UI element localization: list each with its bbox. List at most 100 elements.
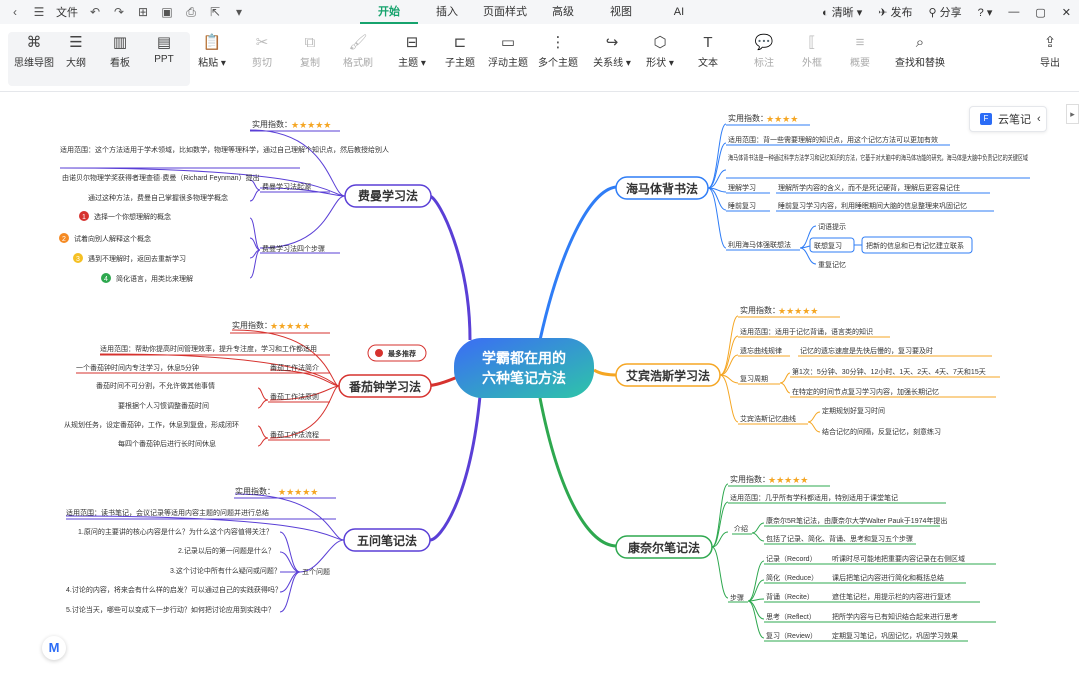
feynman-rating-label: 实用指数： — [252, 119, 292, 129]
cornell-rating-stars: ★★★★★ — [768, 475, 808, 485]
shape-icon: ⬡ — [653, 34, 667, 51]
cornell-steps: 步骤 — [730, 593, 744, 602]
clarity-toggle[interactable]: ◐ 清晰 ▾ — [822, 4, 862, 20]
boundary-icon: ⟦ — [808, 34, 816, 51]
minimize-icon[interactable]: — — [1008, 6, 1019, 18]
cornell-step-5-desc: 定期复习笔记，巩固记忆，巩固学习效果 — [832, 631, 958, 640]
summary-button[interactable]: ≡ 概要 — [834, 32, 886, 82]
subtopic-button[interactable]: ⊏ 子主题 — [434, 32, 486, 82]
redo-icon[interactable]: ↷ — [112, 5, 126, 19]
pomodoro-rating-stars: ★★★★★ — [270, 321, 310, 331]
save-icon[interactable]: ▣ — [160, 5, 174, 19]
tab-page-style[interactable]: 页面样式 — [476, 0, 534, 24]
file-menu[interactable]: 文件 — [56, 4, 78, 20]
ebbinghaus-forget: 遗忘曲线规律 — [740, 346, 782, 355]
feynman-rating-stars: ★★★★★ — [291, 120, 331, 130]
callout-button[interactable]: 💬 标注 — [738, 32, 790, 82]
ppt-view-button[interactable]: ▤ PPT — [138, 32, 190, 82]
share-icon: ⚲ — [928, 7, 937, 19]
app-logo-icon[interactable]: M — [42, 636, 66, 660]
cut-button[interactable]: ✂ 剪切 — [236, 32, 288, 82]
text-button[interactable]: T 文本 — [682, 32, 734, 82]
central-topic[interactable] — [454, 338, 594, 398]
find-replace-icon: ⌕ — [915, 34, 925, 51]
cornell-intro-1: 康奈尔5R笔记法，由康奈尔大学Walter Pauk于1974年提出 — [766, 516, 947, 525]
cornell-scope: 适用范围：几乎所有学科都适用，特别适用于课堂笔记 — [730, 493, 898, 502]
hippocampus-rating-label: 实用指数： — [728, 113, 768, 123]
tab-insert[interactable]: 插入 — [418, 0, 476, 24]
multi-topic-button[interactable]: ⋮ 多个主题 — [532, 32, 584, 82]
feynman-origin-item-1: 由诺贝尔物理学奖获得者理查德·费曼（Richard Feynman）提出 — [62, 173, 260, 182]
close-icon[interactable]: ✕ — [1062, 6, 1071, 19]
boundary-button[interactable]: ⟦ 外框 — [786, 32, 838, 82]
hippocampus-assoc-3: 重复记忆 — [818, 260, 846, 269]
hippocampus-rating-stars: ★★★★ — [766, 114, 798, 124]
topic-cornell-label: 康奈尔笔记法 — [628, 540, 700, 555]
more-chevron-icon[interactable]: ▾ — [232, 5, 246, 19]
cornell-intro-2: 包括了记录、简化、背诵、思考和复习五个步骤 — [766, 534, 913, 543]
format-painter-button[interactable]: 🖌 格式刷 — [332, 32, 384, 82]
feynman-step-1: 选择一个你想理解的概念 — [94, 212, 171, 221]
tab-start[interactable]: 开始 — [360, 0, 418, 24]
recommend-badge-label: 最多推荐 — [388, 349, 416, 358]
menu-tabs: 开始 插入 页面样式 高级 视图 AI — [360, 0, 708, 24]
hippocampus-assoc-1: 词语提示 — [818, 222, 846, 231]
new-icon[interactable]: ⊞ — [136, 5, 150, 19]
tab-view[interactable]: 视图 — [592, 0, 650, 24]
ribbon-toolbar: ⌘ 思维导图 ☰ 大纲 ▥ 看板 ▤ PPT 📋 粘贴 ▾ ✂ 剪切 ⧉ 复制 🖌 格式刷 ⊟ 主… — [0, 24, 1079, 92]
paste-button[interactable]: 📋 粘贴 ▾ — [186, 32, 238, 82]
cornell-step-4: 思考（Reflect） — [766, 613, 816, 621]
back-icon[interactable]: ‹ — [8, 5, 22, 19]
cloud-notes-button[interactable]: F 云笔记 ‹ — [969, 106, 1047, 132]
topic-button[interactable]: ⊟ 主题 ▾ — [386, 32, 438, 82]
cornell-step-2: 简化（Reduce） — [766, 573, 818, 582]
feynman-step-3: 遇到不理解时，返回去重新学习 — [88, 254, 186, 263]
pomodoro-flow-2: 每四个番茄钟后进行长时间休息 — [118, 439, 216, 448]
publish-button[interactable]: ✈ 发布 — [878, 4, 912, 20]
text-icon: T — [703, 34, 713, 51]
feynman-step-4: 简化语言，用类比来理解 — [116, 274, 193, 283]
pomodoro-rule-1: 番茄时间不可分割，不允许做其他事情 — [96, 381, 215, 390]
hippocampus-understand-desc: 理解所学内容的含义，而不是死记硬背，理解后更容易记住 — [778, 183, 960, 192]
side-panel-handle[interactable]: ▸ — [1066, 104, 1079, 124]
relation-line-button[interactable]: ↪ 关系线 ▾ — [586, 32, 638, 82]
brush-icon: 🖌 — [348, 34, 368, 51]
fiveq-question-1: 1.原问的主要讲的核心内容是什么？为什么这个内容值得关注？ — [78, 527, 273, 536]
cornell-intro: 介绍 — [734, 524, 748, 533]
print-icon[interactable]: ⎙ — [184, 5, 198, 19]
subtopic-icon: ⊏ — [453, 34, 467, 51]
tab-advanced[interactable]: 高级 — [534, 0, 592, 24]
export-button[interactable]: ⇪ 导出 — [1024, 32, 1076, 82]
pomodoro-rating-label: 实用指数： — [232, 320, 272, 330]
pomodoro-scope: 适用范围：帮助你提高时间管理效率，提升专注度，学习和工作都适用 — [100, 344, 317, 353]
central-topic-line2: 六种笔记方法 — [482, 370, 566, 386]
share-button[interactable]: ⚲ 分享 — [929, 4, 962, 20]
menu-icon[interactable]: ☰ — [32, 5, 46, 19]
fiveq-label: 五个问题 — [302, 568, 330, 576]
tab-ai[interactable]: AI — [650, 0, 708, 24]
mindmap-canvas[interactable]: 学霸都在用的 六种笔记方法 费曼学习法 实用指数： ★★★★★ 适用范围：这个方… — [0, 92, 1079, 675]
pomodoro-rules-label: 番茄工作法原则 — [270, 392, 319, 401]
find-replace-button[interactable]: ⌕ 查找和替换 — [888, 32, 952, 82]
summary-icon: ≡ — [855, 34, 865, 51]
svg-text:2: 2 — [62, 236, 66, 243]
fiveq-question-2: 2.记录以后的第一问题是什么？ — [178, 546, 275, 555]
export-icon[interactable]: ⇱ — [208, 5, 222, 19]
help-icon[interactable]: ? ▾ — [978, 6, 993, 19]
cloud-notes-icon: F — [980, 113, 992, 125]
svg-text:4: 4 — [104, 276, 108, 283]
shape-button[interactable]: ⬡ 形状 ▾ — [634, 32, 686, 82]
maximize-icon[interactable]: ▢ — [1035, 6, 1045, 19]
export-icon: ⇪ — [1043, 34, 1057, 51]
undo-icon[interactable]: ↶ — [88, 5, 102, 19]
floating-topic-button[interactable]: ▭ 浮动主题 — [482, 32, 534, 82]
pomodoro-flow-label: 番茄工作法流程 — [270, 430, 319, 439]
hippocampus-review-desc: 睡前复习学习内容，利用睡眠期间大脑的信息整理来巩固记忆 — [778, 201, 967, 210]
floating-topic-icon: ▭ — [500, 34, 516, 51]
cornell-step-2-desc: 课后把笔记内容进行简化和概括总结 — [832, 573, 944, 582]
topic-feynman-label: 费曼学习法 — [358, 188, 418, 203]
cornell-step-5: 复习（Review） — [766, 631, 817, 640]
cut-icon: ✂ — [255, 34, 269, 51]
copy-button[interactable]: ⧉ 复制 — [284, 32, 336, 82]
cornell-step-4-desc: 把所学内容与已有知识结合起来进行思考 — [832, 612, 958, 621]
